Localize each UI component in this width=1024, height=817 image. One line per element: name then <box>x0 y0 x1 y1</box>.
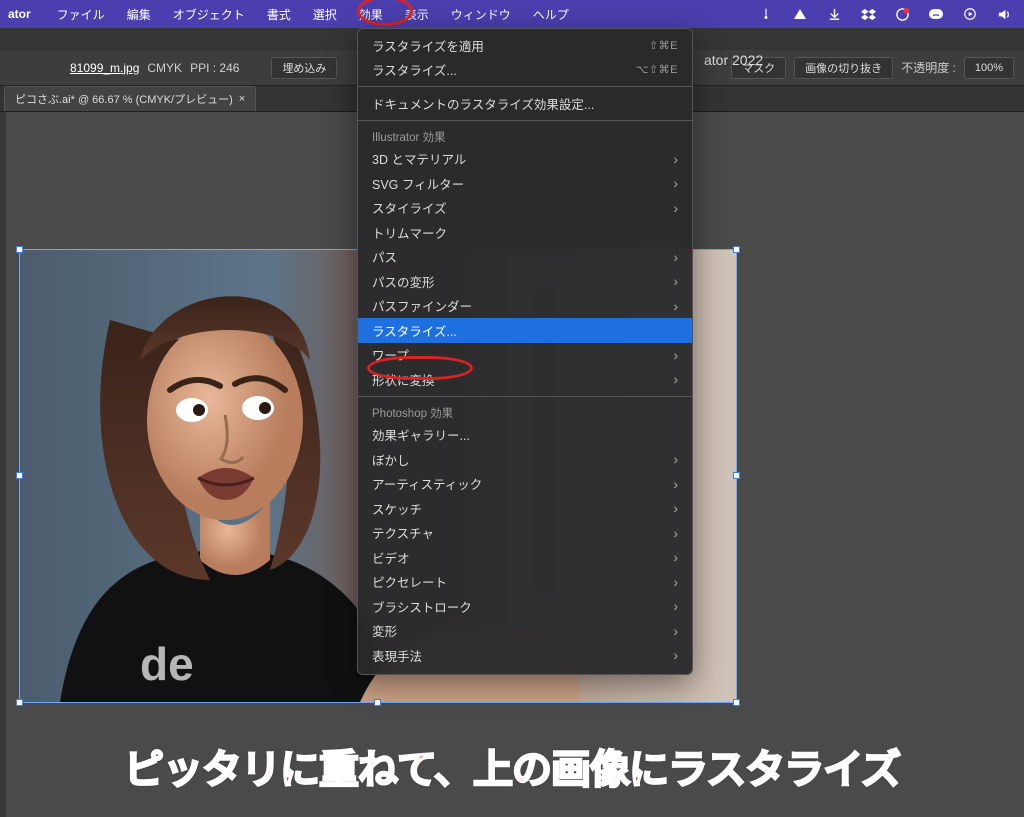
dropbox-icon[interactable] <box>860 6 876 22</box>
ppi-readout: PPI : 246 <box>190 61 239 75</box>
line-icon[interactable]: ••• <box>928 6 944 22</box>
menubar-extras: ••• <box>758 6 1024 22</box>
menu-select[interactable]: 選択 <box>309 4 341 25</box>
menubar: ator ファイル 編集 オブジェクト 書式 選択 効果 表示 ウィンドウ ヘル… <box>0 0 1024 28</box>
chevron-right-icon <box>673 347 678 363</box>
download-icon[interactable] <box>826 6 842 22</box>
menuitem-stylize-ps[interactable]: 表現手法 <box>358 643 692 668</box>
broadcast-icon[interactable] <box>758 6 774 22</box>
menu-object[interactable]: オブジェクト <box>169 4 249 25</box>
menuitem-path[interactable]: パス <box>358 245 692 270</box>
chevron-right-icon <box>673 476 678 492</box>
chevron-right-icon <box>673 200 678 216</box>
chevron-right-icon <box>673 151 678 167</box>
menuitem-3d-materials[interactable]: 3D とマテリアル <box>358 147 692 172</box>
menuitem-pixelate[interactable]: ピクセレート <box>358 570 692 595</box>
menuitem-texture[interactable]: テクスチャ <box>358 521 692 546</box>
selection-handle[interactable] <box>374 699 381 706</box>
menuitem-video[interactable]: ビデオ <box>358 545 692 570</box>
chevron-right-icon <box>673 371 678 387</box>
document-tab[interactable]: ピコさぶ.ai* @ 66.67 % (CMYK/プレビュー) × <box>4 86 256 111</box>
close-tab-icon[interactable]: × <box>239 93 245 105</box>
notification-dot-icon[interactable] <box>894 6 910 22</box>
menuitem-distort-transform[interactable]: パスの変形 <box>358 269 692 294</box>
color-mode-readout: CMYK <box>147 61 182 75</box>
menuitem-distort[interactable]: 変形 <box>358 619 692 644</box>
chevron-right-icon <box>673 500 678 516</box>
menu-separator <box>358 120 692 121</box>
menuitem-convert-to-shape[interactable]: 形状に変換 <box>358 367 692 392</box>
selection-handle[interactable] <box>16 246 23 253</box>
menuitem-brush-strokes[interactable]: ブラシストローク <box>358 594 692 619</box>
chevron-right-icon <box>673 549 678 565</box>
crop-image-button[interactable]: 画像の切り抜き <box>794 57 893 79</box>
svg-text:•••: ••• <box>933 13 939 19</box>
menu-type[interactable]: 書式 <box>263 4 295 25</box>
opacity-field[interactable]: 100% <box>964 57 1014 79</box>
menu-view[interactable]: 表示 <box>401 4 433 25</box>
menuitem-effect-gallery[interactable]: 効果ギャラリー... <box>358 423 692 448</box>
menuitem-blur[interactable]: ぼかし <box>358 447 692 472</box>
selection-handle[interactable] <box>733 246 740 253</box>
opacity-label: 不透明度 : <box>901 59 956 76</box>
play-icon[interactable] <box>962 6 978 22</box>
chevron-right-icon <box>673 273 678 289</box>
chevron-right-icon <box>673 598 678 614</box>
cloud-icon[interactable] <box>792 6 808 22</box>
tool-dock-edge <box>0 112 6 817</box>
selection-handle[interactable] <box>733 699 740 706</box>
menu-section-photoshop: Photoshop 効果 <box>358 401 692 423</box>
menu-effect[interactable]: 効果 <box>355 4 387 25</box>
menuitem-apply-last-effect[interactable]: ラスタライズを適用 ⇧⌘E <box>358 33 692 58</box>
menuitem-svg-filters[interactable]: SVG フィルター <box>358 171 692 196</box>
chevron-right-icon <box>673 175 678 191</box>
linked-file-name[interactable]: 81099_m.jpg <box>70 61 139 75</box>
chevron-right-icon <box>673 249 678 265</box>
menuitem-stylize[interactable]: スタイライズ <box>358 196 692 221</box>
chevron-right-icon <box>673 574 678 590</box>
svg-text:de: de <box>140 638 194 690</box>
menuitem-doc-raster-settings[interactable]: ドキュメントのラスタライズ効果設定... <box>358 91 692 116</box>
chevron-right-icon <box>673 298 678 314</box>
menuitem-pathfinder[interactable]: パスファインダー <box>358 294 692 319</box>
effect-menu-dropdown: ラスタライズを適用 ⇧⌘E ラスタライズ... ⌥⇧⌘E ドキュメントのラスタラ… <box>357 28 693 675</box>
chevron-right-icon <box>673 623 678 639</box>
app-name-fragment: ator <box>0 7 39 21</box>
chevron-right-icon <box>673 647 678 663</box>
menuitem-rasterize[interactable]: ラスタライズ... <box>358 318 692 343</box>
selection-handle[interactable] <box>16 699 23 706</box>
selection-handle[interactable] <box>16 472 23 479</box>
menuitem-sketch[interactable]: スケッチ <box>358 496 692 521</box>
menu-edit[interactable]: 編集 <box>123 4 155 25</box>
menuitem-last-effect[interactable]: ラスタライズ... ⌥⇧⌘E <box>358 58 692 83</box>
menu-help[interactable]: ヘルプ <box>529 4 573 25</box>
menu-window[interactable]: ウィンドウ <box>447 4 515 25</box>
menu-separator <box>358 396 692 397</box>
menu-file[interactable]: ファイル <box>53 4 109 25</box>
annotation-caption: ピッタリに重ねて、上の画像にラスタライズ <box>0 737 1024 795</box>
menuitem-trim-marks[interactable]: トリムマーク <box>358 220 692 245</box>
document-tab-label: ピコさぶ.ai* @ 66.67 % (CMYK/プレビュー) <box>15 91 233 107</box>
window-title-fragment: ator 2022 <box>704 52 763 68</box>
selection-handle[interactable] <box>733 472 740 479</box>
volume-icon[interactable] <box>996 6 1012 22</box>
menu-section-illustrator: Illustrator 効果 <box>358 125 692 147</box>
embed-button[interactable]: 埋め込み <box>271 57 337 79</box>
menu-separator <box>358 86 692 87</box>
shortcut-text: ⇧⌘E <box>649 39 678 52</box>
menuitem-warp[interactable]: ワープ <box>358 343 692 368</box>
chevron-right-icon <box>673 525 678 541</box>
shortcut-text: ⌥⇧⌘E <box>636 63 678 76</box>
menuitem-artistic[interactable]: アーティスティック <box>358 472 692 497</box>
chevron-right-icon <box>673 451 678 467</box>
